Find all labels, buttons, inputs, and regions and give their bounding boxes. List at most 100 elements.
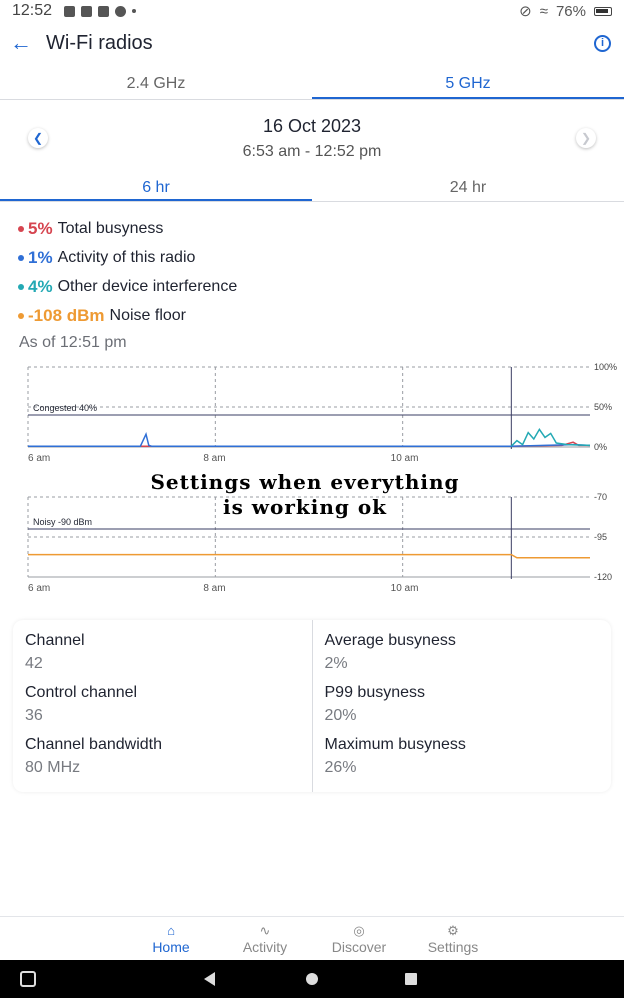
compass-icon: ◎ xyxy=(353,922,365,938)
bullet-dot xyxy=(18,254,24,261)
tab-6-hr[interactable]: 6 hr xyxy=(0,176,312,201)
facebook-icon xyxy=(81,5,93,17)
nav-settings[interactable]: ⚙ Settings xyxy=(406,917,500,960)
as-of-label: As of 12:51 pm xyxy=(19,334,127,351)
more-notifications-icon xyxy=(132,9,137,13)
gallery-icon xyxy=(64,5,76,17)
y-tick-label: -95 xyxy=(594,532,607,542)
x-tick-label: 8 am xyxy=(203,583,225,594)
series-line xyxy=(28,431,591,447)
y-tick-label: 50% xyxy=(594,402,612,412)
system-recents-icon[interactable] xyxy=(405,973,417,985)
nav-label: Settings xyxy=(427,938,479,955)
y-tick-label: 100% xyxy=(594,362,617,372)
detail-label: P99 busyness xyxy=(324,684,426,701)
time-range-label: 6:53 am - 12:52 pm xyxy=(242,142,382,160)
page-title: Wi-Fi radios xyxy=(46,31,153,54)
detail-label: Control channel xyxy=(25,684,138,701)
bullet-dot xyxy=(18,283,24,290)
stat-value: -108 dBm xyxy=(28,305,105,325)
bullet-dot xyxy=(18,225,24,232)
status-bar: 12:52 ⊘ ≈ 76% xyxy=(0,0,624,22)
threshold-label: Noisy -90 dBm xyxy=(33,517,92,527)
detail-average-busyness: Average busyness 2% xyxy=(325,632,600,684)
nav-label: Discover xyxy=(331,938,387,955)
nav-label: Activity xyxy=(242,938,288,955)
detail-value: 20% xyxy=(324,707,357,724)
chevron-left-icon[interactable]: ❮ xyxy=(28,128,48,148)
details-left-column: Channel 42 Control channel 36 Channel ba… xyxy=(13,620,312,792)
kids-home-icon[interactable] xyxy=(20,971,36,987)
series-line xyxy=(510,428,591,447)
system-back-icon[interactable] xyxy=(204,972,215,986)
nav-discover[interactable]: ◎ Discover xyxy=(312,917,406,960)
date-navigator: ❮ 16 Oct 2023 6:53 am - 12:52 pm ❯ xyxy=(0,100,624,176)
bottom-navigation: ⌂ Home ∿ Activity ◎ Discover ⚙ Settings xyxy=(0,916,624,960)
stat-value: 4% xyxy=(28,276,53,296)
app-header: ← Wi-Fi radios i xyxy=(0,22,624,64)
x-tick-label: 6 am xyxy=(28,583,50,594)
date-range: 16 Oct 2023 6:53 am - 12:52 pm xyxy=(48,116,576,161)
annotation-line-1: Settings when everything xyxy=(150,470,460,494)
amazon-icon xyxy=(98,5,110,17)
stat-noise-floor: -108 dBm Noise floor xyxy=(18,301,606,330)
range-tabs: 6 hr 24 hr xyxy=(0,176,624,202)
info-icon[interactable]: i xyxy=(594,34,611,52)
date-label: 16 Oct 2023 xyxy=(262,115,362,136)
details-right-column: Average busyness 2% P99 busyness 20% Max… xyxy=(311,620,612,792)
dnd-icon: ⊘ xyxy=(519,3,532,20)
overlay-annotation: Settings when everything is working ok xyxy=(140,470,470,520)
band-tabs: 2.4 GHz 5 GHz xyxy=(0,68,624,100)
series-line xyxy=(28,553,590,559)
battery-percent: 76% xyxy=(555,2,586,20)
nav-activity[interactable]: ∿ Activity xyxy=(218,917,312,960)
y-tick-label: -120 xyxy=(594,572,612,582)
x-tick-label: 8 am xyxy=(203,453,225,464)
annotation-line-2: is working ok xyxy=(222,495,388,519)
stat-label: Other device interference xyxy=(57,277,238,295)
chevron-right-icon[interactable]: ❯ xyxy=(576,128,596,148)
notification-icons xyxy=(64,5,137,17)
stat-radio-activity: 1% Activity of this radio xyxy=(18,243,606,272)
tab-2-4-ghz[interactable]: 2.4 GHz xyxy=(0,68,312,99)
x-tick-label: 10 am xyxy=(391,583,419,594)
detail-channel: Channel 42 xyxy=(25,632,300,684)
wifi-icon: ≈ xyxy=(539,2,548,20)
stat-label: Activity of this radio xyxy=(57,248,196,266)
detail-value: 26% xyxy=(324,759,357,776)
busyness-chart: Congested 40% 100% 50% 0% 6 am 8 am 10 am xyxy=(0,358,624,466)
stat-label: Total busyness xyxy=(57,219,164,237)
x-tick-label: 10 am xyxy=(391,453,419,464)
nav-home[interactable]: ⌂ Home xyxy=(124,917,218,960)
stat-value: 1% xyxy=(28,247,53,267)
detail-maximum-busyness: Maximum busyness 26% xyxy=(325,736,600,788)
detail-p99-busyness: P99 busyness 20% xyxy=(325,684,600,736)
gear-icon: ⚙ xyxy=(447,922,459,938)
detail-value: 2% xyxy=(324,655,348,672)
threshold-label: Congested 40% xyxy=(33,403,97,413)
bullet-dot xyxy=(18,312,24,319)
x-tick-label: 6 am xyxy=(28,453,50,464)
detail-label: Channel xyxy=(25,632,85,649)
home-icon: ⌂ xyxy=(167,922,175,938)
tab-24-hr[interactable]: 24 hr xyxy=(312,176,624,201)
status-time: 12:52 xyxy=(12,2,53,19)
detail-label: Channel bandwidth xyxy=(25,736,162,753)
y-tick-label: -70 xyxy=(594,492,607,502)
y-tick-label: 0% xyxy=(594,442,607,452)
stat-interference: 4% Other device interference xyxy=(18,272,606,301)
tab-5-ghz[interactable]: 5 GHz xyxy=(312,68,624,99)
stat-value: 5% xyxy=(28,218,53,238)
details-card: Channel 42 Control channel 36 Channel ba… xyxy=(13,620,611,792)
detail-control-channel: Control channel 36 xyxy=(25,684,300,736)
detail-label: Average busyness xyxy=(324,632,456,649)
stat-total-busyness: 5% Total busyness xyxy=(18,214,606,243)
detail-value: 36 xyxy=(25,707,43,724)
activity-icon: ∿ xyxy=(259,922,271,938)
detail-label: Maximum busyness xyxy=(324,736,466,753)
stats-list: 5% Total busyness 1% Activity of this ra… xyxy=(0,202,624,352)
nav-label: Home xyxy=(152,938,190,955)
system-navigation-bar xyxy=(0,960,624,998)
system-home-icon[interactable] xyxy=(306,973,318,985)
back-arrow-icon[interactable]: ← xyxy=(10,30,46,56)
